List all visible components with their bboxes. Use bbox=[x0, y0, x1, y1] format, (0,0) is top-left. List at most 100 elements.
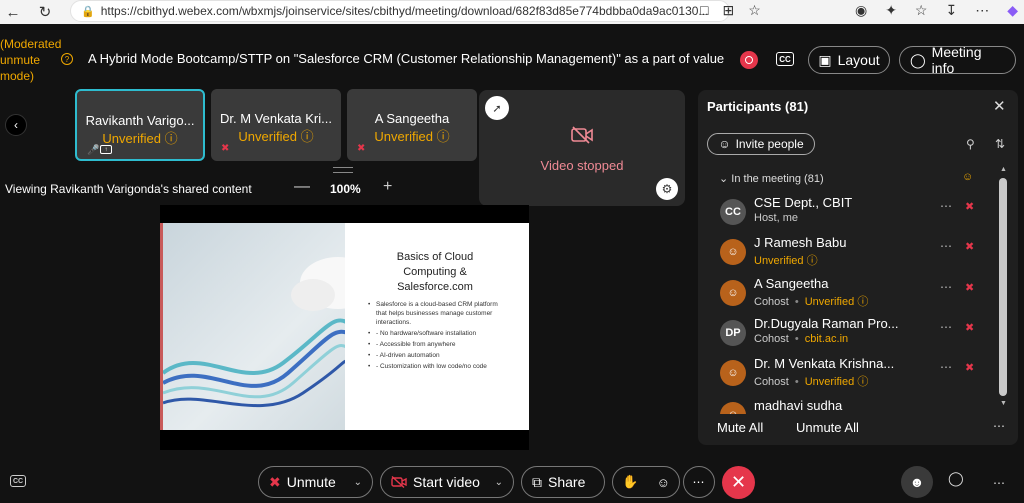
user-icon: ☺ bbox=[720, 402, 746, 414]
more-options-icon[interactable]: ⋯ bbox=[940, 280, 953, 294]
more-options-icon[interactable]: ⋯ bbox=[993, 476, 1006, 490]
share-screen-icon: ⧉ bbox=[532, 473, 542, 490]
zoom-out-button[interactable]: — bbox=[294, 178, 310, 196]
slide-title: Basics of Cloud Computing & Salesforce.c… bbox=[345, 250, 525, 295]
more-options-icon[interactable]: ⋯ bbox=[940, 320, 953, 334]
microphone-muted-icon[interactable]: ✖ bbox=[965, 361, 974, 374]
question-circle-icon: ⓘ bbox=[806, 255, 818, 267]
participant-row[interactable]: ☺ J Ramesh Babu Unverified ⓘ ⋯ ✖ bbox=[715, 233, 995, 273]
role-text: Cohost bbox=[754, 296, 789, 308]
more-options-button[interactable]: ⋯ bbox=[683, 466, 715, 498]
layout-icon: ▣ bbox=[818, 51, 832, 68]
participant-row[interactable]: ☺ A Sangeetha Cohost • Unverified ⓘ ⋯ ✖ bbox=[715, 274, 995, 314]
copilot-shield-icon[interactable]: ◉ bbox=[855, 2, 867, 19]
microphone-muted-icon: ✖ bbox=[357, 143, 366, 154]
scroll-down-icon[interactable]: ▼ bbox=[1000, 400, 1007, 407]
scrollbar-thumb[interactable] bbox=[999, 178, 1007, 396]
avatar: DP bbox=[720, 320, 746, 346]
app-install-icon[interactable]: ⊞ bbox=[722, 2, 734, 19]
closed-caption-icon[interactable]: CC bbox=[10, 475, 26, 487]
address-bar[interactable]: 🔒 https://cbithyd.webex.com/wbxmjs/joins… bbox=[70, 0, 730, 22]
more-options-icon[interactable]: ⋯ bbox=[940, 199, 953, 213]
unmute-label: Unmute bbox=[286, 474, 336, 490]
address-bar-icons: □ ⊞ ☆ bbox=[700, 2, 761, 19]
tile-status-text: Unverified bbox=[238, 129, 297, 144]
participant-name: Dr.Dugyala Raman Pro... bbox=[754, 316, 899, 331]
invite-people-button[interactable]: ☺ Invite people bbox=[707, 133, 815, 155]
gear-icon[interactable]: ⚙ bbox=[656, 178, 678, 200]
resize-handle[interactable] bbox=[333, 167, 353, 173]
tile-name: Ravikanth Varigo... bbox=[85, 113, 195, 128]
media-icon[interactable]: □ bbox=[700, 2, 708, 19]
scroll-up-icon[interactable]: ▲ bbox=[1000, 166, 1007, 173]
close-icon[interactable]: ✕ bbox=[993, 97, 1006, 115]
domain-label: cbit.ac.in bbox=[804, 333, 849, 345]
search-icon[interactable]: ⚲ bbox=[966, 137, 975, 151]
recording-icon[interactable] bbox=[740, 51, 758, 69]
favorite-star-icon[interactable]: ☆ bbox=[748, 2, 761, 19]
user-icon: ☺ bbox=[720, 280, 746, 306]
chat-icon[interactable]: ◯ bbox=[948, 470, 964, 487]
participant-row[interactable]: ☺ madhavi sudha bbox=[715, 396, 995, 414]
browser-menu-icon[interactable]: ⋯ bbox=[975, 2, 989, 19]
question-circle-icon: ⓘ bbox=[300, 129, 314, 144]
favorites-icon[interactable]: ☆ bbox=[915, 2, 928, 19]
video-off-icon bbox=[571, 126, 593, 144]
microphone-muted-icon[interactable]: ✖ bbox=[965, 321, 974, 334]
participant-name: Dr. M Venkata Krishna... bbox=[754, 356, 895, 371]
in-meeting-section-header[interactable]: ⌄ In the meeting (81) bbox=[719, 172, 824, 185]
video-tile[interactable]: Dr. M Venkata Kri... Unverified ⓘ ✖ bbox=[211, 89, 341, 161]
more-options-icon[interactable]: ⋯ bbox=[993, 419, 1006, 433]
microphone-muted-icon[interactable]: ✖ bbox=[965, 200, 974, 213]
more-options-icon[interactable]: ⋯ bbox=[940, 360, 953, 374]
video-tile[interactable]: Ravikanth Varigo... Unverified ⓘ 🎤 ↑ bbox=[75, 89, 205, 161]
question-circle-icon[interactable]: ? bbox=[61, 53, 73, 65]
more-options-icon[interactable]: ⋯ bbox=[940, 239, 953, 253]
reload-icon[interactable]: ↻ bbox=[34, 1, 56, 23]
leave-meeting-button[interactable]: ✕ bbox=[722, 466, 755, 499]
downloads-icon[interactable]: ↧ bbox=[945, 2, 957, 19]
closed-caption-icon[interactable]: CC bbox=[776, 52, 794, 66]
copilot-icon[interactable]: ◆ bbox=[1007, 2, 1018, 19]
slide-bullet: - No hardware/software installation bbox=[368, 329, 508, 338]
chevron-left-icon[interactable]: ‹ bbox=[5, 114, 27, 136]
browser-toolbar: ◉ ✦ ☆ ↧ ⋯ ◆ bbox=[855, 2, 1018, 19]
participant-row[interactable]: DP Dr.Dugyala Raman Pro... Cohost • cbit.a… bbox=[715, 314, 995, 354]
avatar: CC bbox=[720, 199, 746, 225]
role-text: Cohost bbox=[754, 333, 789, 345]
start-video-button[interactable]: Start video ⌄ bbox=[380, 466, 514, 498]
unmute-button[interactable]: ✖ Unmute ⌄ bbox=[258, 466, 373, 498]
back-arrow-icon[interactable]: ← bbox=[2, 1, 24, 23]
role-text: Cohost bbox=[754, 376, 789, 388]
extensions-icon[interactable]: ✦ bbox=[885, 2, 897, 19]
participant-row[interactable]: CC CSE Dept., CBIT Host, me ⋯ ✖ bbox=[715, 193, 995, 233]
participant-role: Cohost • Unverified ⓘ bbox=[754, 373, 868, 389]
share-button[interactable]: ⧉ Share bbox=[521, 466, 605, 498]
microphone-muted-icon: ✖ bbox=[269, 473, 281, 490]
screen-share-icon: ↑ bbox=[100, 145, 112, 154]
participant-row[interactable]: ☺ Dr. M Venkata Krishna... Cohost • Unveri… bbox=[715, 354, 995, 394]
microphone-muted-icon[interactable]: ✖ bbox=[965, 281, 974, 294]
sort-icon[interactable]: ⇅ bbox=[995, 137, 1005, 151]
participants-panel-toggle[interactable]: ☻ bbox=[901, 466, 933, 498]
user-icon: ☺ bbox=[720, 360, 746, 386]
chevron-down-icon[interactable]: ⌄ bbox=[495, 477, 503, 488]
pin-icon[interactable]: ➚ bbox=[485, 96, 509, 120]
separator-dot: • bbox=[794, 296, 799, 308]
chevron-down-icon[interactable]: ⌄ bbox=[354, 477, 362, 488]
raise-hand-icon[interactable]: ✋ bbox=[622, 474, 638, 490]
emoji-reaction-icon[interactable]: ☺ bbox=[657, 475, 670, 490]
meeting-info-button[interactable]: ◯ Meeting info bbox=[899, 44, 1016, 76]
layout-button[interactable]: ▣ Layout bbox=[808, 46, 890, 74]
mute-all-button[interactable]: Mute All bbox=[717, 420, 763, 435]
tile-name: Dr. M Venkata Kri... bbox=[220, 111, 332, 126]
zoom-in-button[interactable]: + bbox=[383, 178, 392, 196]
tile-status: Unverified ⓘ bbox=[347, 126, 477, 145]
video-tile[interactable]: A Sangeetha Unverified ⓘ ✖ bbox=[347, 89, 477, 161]
unmute-all-button[interactable]: Unmute All bbox=[796, 420, 859, 435]
slide-title-line: Basics of Cloud bbox=[396, 251, 474, 263]
slide-bullets: Salesforce is a cloud-based CRM platform… bbox=[368, 300, 508, 373]
reactions-group: ✋ ☺ bbox=[612, 466, 680, 498]
user-alert-icon[interactable]: ☺ bbox=[962, 171, 973, 183]
microphone-muted-icon[interactable]: ✖ bbox=[965, 240, 974, 253]
